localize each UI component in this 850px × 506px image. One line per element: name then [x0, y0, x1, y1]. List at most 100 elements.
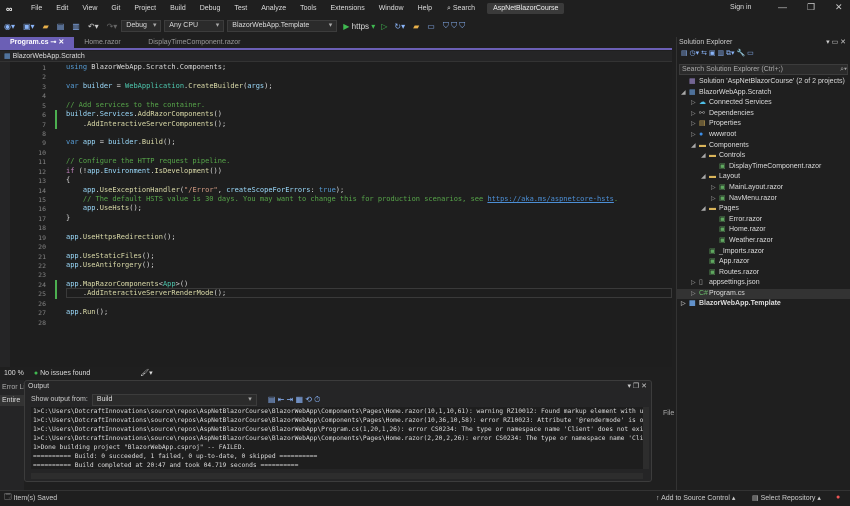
minimize-icon[interactable]: — [778, 2, 787, 12]
run-button[interactable]: ▶ https ▾ [340, 22, 378, 31]
save-all-icon[interactable]: ▥ [68, 22, 84, 31]
tree-item[interactable]: ▣ _Imports.razor [677, 247, 850, 258]
run-without-debugging-icon[interactable]: ▷ [378, 22, 390, 31]
collapsed-arrow-icon[interactable]: ▷ [691, 278, 699, 289]
collapsed-arrow-icon[interactable]: ▷ [711, 183, 719, 194]
tree-item[interactable]: ▣ Home.razor [677, 225, 850, 236]
menu-edit[interactable]: Edit [49, 5, 75, 12]
window-icon[interactable]: ▭ [423, 22, 439, 31]
undo-icon[interactable]: ↶▾ [84, 22, 103, 31]
refresh-icon[interactable]: ↻▾ [390, 22, 409, 31]
horizontal-scrollbar[interactable] [31, 473, 643, 479]
output-toolbar-icons[interactable]: ▤ ⇤ ⇥ ▦ ⟲ ⏱ [264, 395, 325, 405]
tab-home-razor[interactable]: Home.razor [74, 37, 138, 48]
collapsed-arrow-icon[interactable]: ▷ [681, 299, 689, 310]
code-link[interactable]: https://aka.ms/aspnetcore-hsts [487, 195, 613, 203]
cleanup-icon[interactable]: 🖌▾ [140, 369, 152, 377]
code-line[interactable]: app.UseExceptionHandler("/Error", create… [66, 186, 344, 194]
tab-program-cs[interactable]: Program.cs ⊸ ✕ [0, 37, 75, 48]
notification-icon[interactable]: ● [836, 494, 840, 501]
menu-tools[interactable]: Tools [293, 5, 323, 12]
tree-item[interactable]: ▣ Weather.razor [677, 236, 850, 247]
expanded-arrow-icon[interactable]: ◢ [701, 172, 709, 183]
menu-extensions[interactable]: Extensions [323, 5, 371, 12]
output-source-select[interactable]: Build ▾ [91, 393, 257, 406]
menu-debug[interactable]: Debug [193, 5, 228, 12]
close-tab-icon[interactable]: ✕ [58, 39, 64, 46]
tree-item[interactable]: ▷ ▣ MainLayout.razor [677, 183, 850, 194]
tree-item[interactable]: ◢ ▦ BlazorWebApp.Scratch [677, 88, 850, 99]
tree-item[interactable]: ▷ ⚯ Dependencies [677, 109, 850, 120]
code-line[interactable]: app.MapRazorComponents<App>() [66, 280, 188, 288]
expanded-arrow-icon[interactable]: ◢ [691, 141, 699, 152]
tree-item[interactable]: ▷ ● wwwroot [677, 130, 850, 141]
tree-item[interactable]: ▷ C#Program.cs [677, 288, 850, 300]
zoom-level[interactable]: 100 % [4, 370, 24, 377]
startup-project-select[interactable]: BlazorWebApp.Template ▾ [227, 20, 338, 32]
expanded-arrow-icon[interactable]: ◢ [701, 151, 709, 162]
code-line[interactable]: builder.Services.AddRazorComponents() [66, 110, 222, 118]
vertical-scrollbar[interactable] [643, 407, 649, 469]
select-repository-button[interactable]: ▤ Select Repository ▴ [752, 494, 821, 502]
pin-icon[interactable]: ⊸ [50, 39, 56, 46]
output-text[interactable]: 1>C:\Users\DotcraftInnovations\source\re… [31, 407, 643, 469]
configuration-select[interactable]: Debug ▾ [121, 20, 162, 32]
code-line[interactable]: if (!app.Environment.IsDevelopment()) [66, 167, 222, 175]
solution-explorer-toolbar[interactable]: ▤ ◷▾ ⇆ ▣ ▥ ⧉▾ 🔧 ▭ [677, 49, 850, 63]
code-line[interactable]: app.UseHttpsRedirection(); [66, 233, 176, 241]
tree-item[interactable]: ▷ ▤ Properties [677, 119, 850, 130]
code-line[interactable]: app.Run(); [66, 308, 108, 316]
folder-icon[interactable]: ▰ [409, 22, 423, 31]
tree-item[interactable]: ◢ ▬ Pages [677, 204, 850, 215]
expanded-arrow-icon[interactable]: ◢ [701, 204, 709, 215]
tree-item[interactable]: ◢ ▬ Layout [677, 172, 850, 183]
code-line[interactable]: .AddInteractiveServerComponents(); [66, 120, 226, 128]
code-line[interactable]: var app = builder.Build(); [66, 138, 176, 146]
menu-analyze[interactable]: Analyze [254, 5, 293, 12]
tree-item[interactable]: ▷ ☁ Connected Services [677, 98, 850, 109]
add-to-source-control-button[interactable]: ↑ Add to Source Control ▴ [656, 494, 735, 502]
tree-item[interactable]: ▷ ▣ NavMenu.razor [677, 194, 850, 205]
error-list-tab[interactable]: Error List [0, 380, 24, 395]
tree-item[interactable]: ▣ App.razor [677, 257, 850, 268]
search-button[interactable]: ⌕ Search [439, 5, 483, 13]
code-line[interactable]: app.UseAntiforgery(); [66, 261, 155, 269]
error-list-panel[interactable]: Error List Entire [0, 380, 24, 490]
code-line[interactable]: var builder = WebApplication.CreateBuild… [66, 82, 273, 90]
tree-item[interactable]: ▣ Error.razor [677, 215, 850, 226]
code-line[interactable]: // The default HSTS value is 30 days. Yo… [66, 195, 618, 203]
sign-in-button[interactable]: Sign in [730, 4, 751, 11]
tab-display-time-component[interactable]: DisplayTimeComponent.razor [138, 37, 250, 48]
navigation-bar[interactable]: ▦ BlazorWebApp.Scratch [0, 51, 672, 62]
window-controls-icon[interactable]: ▾ ❐ ✕ [627, 382, 647, 390]
code-line[interactable]: // Configure the HTTP request pipeline. [66, 157, 230, 165]
bookmark-icon[interactable]: ⛉ ⛉ ⛉ [439, 21, 469, 31]
collapsed-arrow-icon[interactable]: ▷ [691, 109, 699, 120]
collapsed-arrow-icon[interactable]: ▷ [711, 194, 719, 205]
collapsed-arrow-icon[interactable]: ▷ [691, 98, 699, 109]
menu-project[interactable]: Project [127, 5, 163, 12]
tree-item[interactable]: ◢ ▬ Components [677, 141, 850, 152]
tree-item[interactable]: ▷ ▯ appsettings.json [677, 278, 850, 289]
tree-item[interactable]: ▦ Solution 'AspNetBlazorCourse' (2 of 2 p… [677, 77, 850, 88]
issues-status[interactable]: No issues found [40, 370, 90, 377]
tree-item[interactable]: ▣ DisplayTimeComponent.razor [677, 162, 850, 173]
tree-item[interactable]: ▣ Routes.razor [677, 268, 850, 279]
menu-view[interactable]: View [75, 5, 104, 12]
project-dropdown[interactable]: BlazorWebApp.Scratch [13, 53, 85, 60]
collapsed-arrow-icon[interactable]: ▷ [691, 130, 699, 141]
tree-item[interactable]: ▷ ▦ BlazorWebApp.Template [677, 299, 850, 310]
menu-help[interactable]: Help [411, 5, 439, 12]
menu-file[interactable]: File [24, 5, 49, 12]
code-line[interactable]: app.UseStaticFiles(); [66, 252, 155, 260]
restore-icon[interactable]: ❐ [807, 2, 815, 13]
code-line[interactable]: using BlazorWebApp.Scratch.Components; [66, 63, 226, 71]
expanded-arrow-icon[interactable]: ◢ [681, 88, 689, 99]
code-line[interactable]: { [66, 176, 70, 184]
back-icon[interactable]: ◉▾ [0, 22, 19, 31]
close-icon[interactable]: ✕ [835, 2, 843, 13]
code-line[interactable]: } [66, 214, 70, 222]
open-folder-icon[interactable]: ▰ [39, 22, 53, 31]
window-controls-icon[interactable]: ▾ ▭ ✕ [826, 37, 846, 49]
tree-item[interactable]: ◢ ▬ Controls [677, 151, 850, 162]
